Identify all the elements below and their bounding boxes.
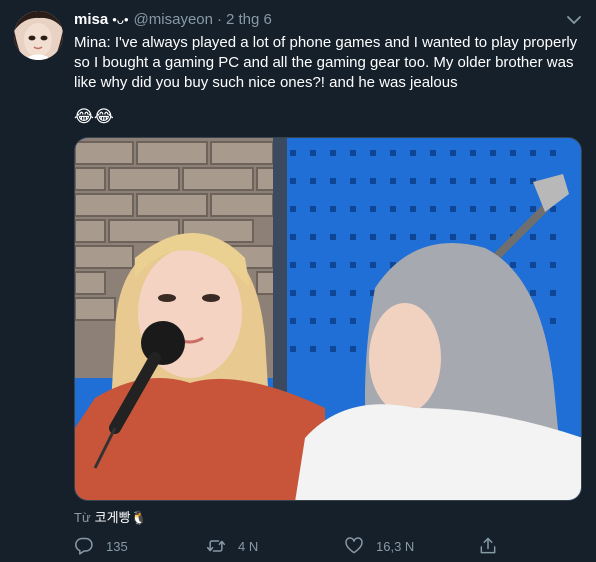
tweet-card[interactable]: misa •ᴗ• @misayeon · 2 thg 6 Mina: I've alwa… (0, 0, 596, 562)
tweet-text: Mina: I've always played a lot of phone … (74, 34, 578, 91)
from-source-link[interactable]: 코게빵🐧 (95, 510, 147, 525)
share-button[interactable] (478, 534, 510, 558)
avatar[interactable] (14, 11, 63, 60)
retweet-icon (206, 540, 226, 552)
retweet-button[interactable]: 4 N (206, 534, 258, 558)
share-icon (480, 537, 496, 554)
display-name[interactable]: misa (74, 11, 108, 28)
like-count: 16,3 N (376, 538, 415, 554)
video-frame (75, 138, 581, 500)
retweet-count: 4 N (238, 538, 259, 554)
tweet-actions: 135 4 N 16,3 N (74, 534, 504, 558)
tweet-emoji-line: 😂😂 (74, 107, 114, 126)
name-emoji: •ᴗ• (112, 12, 129, 27)
tweet-date[interactable]: 2 thg 6 (226, 11, 272, 28)
like-button[interactable]: 16,3 N (344, 534, 414, 558)
from-prefix: Từ (74, 510, 91, 525)
reply-button[interactable]: 135 (74, 534, 128, 558)
chevron-down-icon[interactable] (566, 12, 582, 28)
user-handle[interactable]: @misayeon (134, 11, 213, 28)
separator: · (216, 11, 222, 28)
heart-icon (345, 537, 363, 554)
tweet-header: misa •ᴗ• @misayeon · 2 thg 6 (74, 10, 582, 30)
avatar-image (14, 11, 63, 60)
tweet-video[interactable] (74, 137, 582, 501)
reply-icon (75, 537, 93, 555)
reply-count: 135 (106, 538, 128, 554)
media-source: Từ 코게빵🐧 (74, 509, 147, 527)
